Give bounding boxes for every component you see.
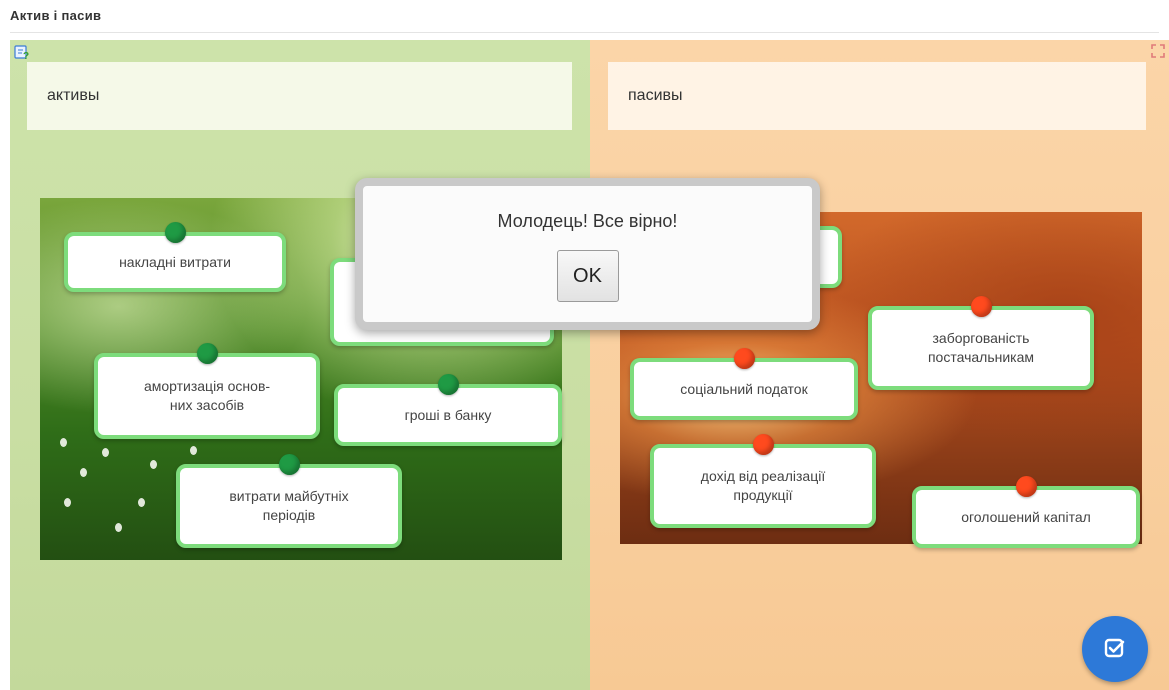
draggable-card[interactable]: заборгованість постачальникам <box>868 296 1094 390</box>
card-label: гроші в банку <box>404 406 492 423</box>
svg-text:?: ? <box>23 51 29 60</box>
help-icon[interactable]: ? <box>14 44 30 60</box>
pin-icon <box>971 296 992 317</box>
card-label: дохід від реалізації продукції <box>700 468 826 503</box>
flower-decoration <box>80 468 87 477</box>
title-divider <box>10 32 1159 33</box>
flower-decoration <box>60 438 67 447</box>
card-label: витрати майбутніх періодів <box>229 488 349 523</box>
card-label: амортизація основ- них засобів <box>143 378 271 413</box>
expand-icon[interactable] <box>1151 44 1165 58</box>
pin-icon <box>197 343 218 364</box>
draggable-card[interactable]: гроші в банку <box>334 374 562 446</box>
check-icon <box>1104 638 1125 658</box>
card-label: соціальний податок <box>680 380 808 397</box>
sorting-board: ? активы пасивы накладні витрати амортиз… <box>10 40 1169 690</box>
category-header-assets: активы <box>27 62 572 130</box>
pin-icon <box>734 348 755 369</box>
pin-icon <box>279 454 300 475</box>
category-header-liabilities: пасивы <box>608 62 1146 130</box>
flower-decoration <box>102 448 109 457</box>
ok-button[interactable]: OK <box>556 250 619 302</box>
flower-decoration <box>150 460 157 469</box>
draggable-card[interactable]: амортизація основ- них засобів <box>94 343 320 439</box>
pin-icon <box>753 434 774 455</box>
draggable-card[interactable]: накладні витрати <box>64 222 286 292</box>
pin-icon <box>1016 476 1037 497</box>
flower-decoration <box>138 498 145 507</box>
page-title: Актив і пасив <box>10 8 102 23</box>
draggable-card[interactable]: соціальний податок <box>630 348 858 420</box>
flower-decoration <box>115 523 122 532</box>
card-label: оголошений капітал <box>961 508 1091 525</box>
draggable-card[interactable]: витрати майбутніх періодів <box>176 454 402 548</box>
card-label: накладні витрати <box>119 253 231 270</box>
flower-decoration <box>190 446 197 455</box>
draggable-card[interactable]: дохід від реалізації продукції <box>650 434 876 528</box>
dialog-message: Молодець! Все вірно! <box>497 211 678 231</box>
flower-decoration <box>64 498 71 507</box>
card-label: заборгованість постачальникам <box>927 330 1035 365</box>
pin-icon <box>438 374 459 395</box>
result-dialog: Молодець! Все вірно! OK <box>355 178 820 330</box>
draggable-card[interactable]: оголошений капітал <box>912 476 1140 548</box>
check-button[interactable] <box>1082 616 1148 682</box>
pin-icon <box>165 222 186 243</box>
